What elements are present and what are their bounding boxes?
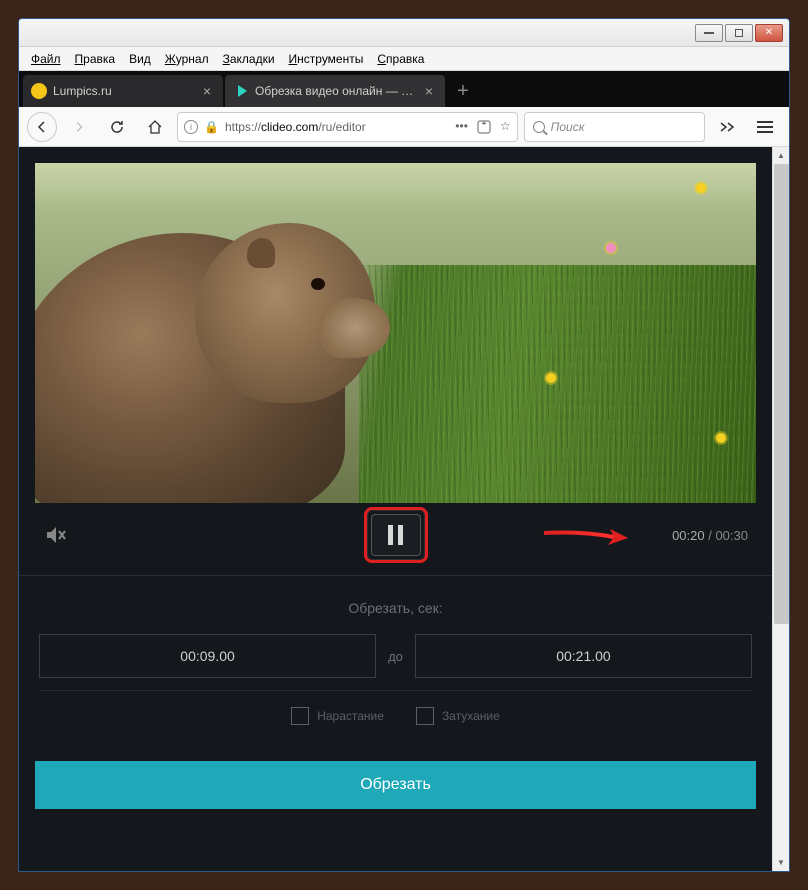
minimize-button[interactable] (695, 24, 723, 42)
search-placeholder: Поиск (551, 120, 585, 134)
close-tab-icon[interactable]: × (199, 83, 215, 99)
annotation-highlight (364, 507, 428, 563)
time-display: 00:20 / 00:30 (672, 528, 748, 543)
forward-button[interactable] (63, 111, 95, 143)
close-tab-icon[interactable]: × (421, 83, 437, 99)
menu-help[interactable]: Справка (371, 49, 430, 69)
tab-title: Lumpics.ru (53, 84, 193, 98)
vertical-scrollbar[interactable]: ▲ ▼ (772, 147, 789, 871)
pause-icon (388, 525, 393, 545)
tab-bar: Lumpics.ru × Обрезка видео онлайн — Обр … (19, 71, 789, 107)
menu-tools[interactable]: Инструменты (283, 49, 370, 69)
pause-button[interactable] (371, 514, 421, 556)
menu-bar: Файл Правка Вид Журнал Закладки Инструме… (19, 47, 789, 71)
reader-icon[interactable] (476, 119, 492, 135)
fade-in-label: Нарастание (317, 709, 384, 723)
back-button[interactable] (27, 112, 57, 142)
fade-in-checkbox[interactable]: Нарастание (291, 707, 384, 725)
cut-section: Обрезать, сек: 00:09.00 до 00:21.00 Нара… (19, 576, 772, 757)
cut-label: Обрезать, сек: (39, 600, 752, 616)
window-titlebar: ✕ (19, 19, 789, 47)
checkbox-icon (416, 707, 434, 725)
menu-file[interactable]: Файл (25, 49, 67, 69)
cut-to-label: до (388, 649, 403, 664)
home-button[interactable] (139, 111, 171, 143)
pause-icon (398, 525, 403, 545)
tab-lumpics[interactable]: Lumpics.ru × (23, 75, 223, 107)
maximize-button[interactable] (725, 24, 753, 42)
site-info-icon[interactable]: i (184, 120, 198, 134)
page-content: 00:20 / 00:30 Обрезать, сек: 00:09.00 до… (19, 147, 772, 871)
current-time: 00:20 (672, 528, 705, 543)
total-time: 00:30 (715, 528, 748, 543)
video-preview-area (19, 147, 772, 503)
new-tab-button[interactable]: + (447, 75, 479, 107)
scroll-up-button[interactable]: ▲ (773, 147, 789, 164)
favicon-icon (233, 83, 249, 99)
cut-button[interactable]: Обрезать (35, 761, 756, 809)
annotation-arrow (542, 525, 632, 551)
hamburger-icon (757, 121, 773, 133)
tab-title: Обрезка видео онлайн — Обр (255, 84, 415, 98)
search-box[interactable]: Поиск (524, 112, 705, 142)
url-text: https://clideo.com/ru/editor (225, 120, 449, 134)
fade-out-checkbox[interactable]: Затухание (416, 707, 500, 725)
menu-bookmarks[interactable]: Закладки (217, 49, 281, 69)
scroll-thumb[interactable] (774, 164, 789, 624)
scroll-down-button[interactable]: ▼ (773, 854, 789, 871)
search-icon (533, 121, 545, 133)
video-frame[interactable] (35, 163, 756, 503)
reload-button[interactable] (101, 111, 133, 143)
tab-clideo[interactable]: Обрезка видео онлайн — Обр × (225, 75, 445, 107)
cut-from-input[interactable]: 00:09.00 (39, 634, 376, 678)
overflow-button[interactable] (711, 111, 743, 143)
page-actions-icon[interactable]: ••• (455, 119, 468, 135)
nav-toolbar: i 🔒 https://clideo.com/ru/editor ••• ☆ П… (19, 107, 789, 147)
cut-to-input[interactable]: 00:21.00 (415, 634, 752, 678)
checkbox-icon (291, 707, 309, 725)
fade-options: Нарастание Затухание (39, 690, 752, 741)
address-bar[interactable]: i 🔒 https://clideo.com/ru/editor ••• ☆ (177, 112, 518, 142)
menu-button[interactable] (749, 111, 781, 143)
fade-out-label: Затухание (442, 709, 500, 723)
close-button[interactable]: ✕ (755, 24, 783, 42)
menu-history[interactable]: Журнал (159, 49, 215, 69)
menu-edit[interactable]: Правка (69, 49, 122, 69)
mute-button[interactable] (43, 523, 67, 547)
bookmark-star-icon[interactable]: ☆ (500, 119, 511, 135)
player-controls: 00:20 / 00:30 (19, 503, 772, 567)
menu-view[interactable]: Вид (123, 49, 157, 69)
lock-icon: 🔒 (204, 120, 219, 134)
browser-window: ✕ Файл Правка Вид Журнал Закладки Инстру… (18, 18, 790, 872)
favicon-icon (31, 83, 47, 99)
